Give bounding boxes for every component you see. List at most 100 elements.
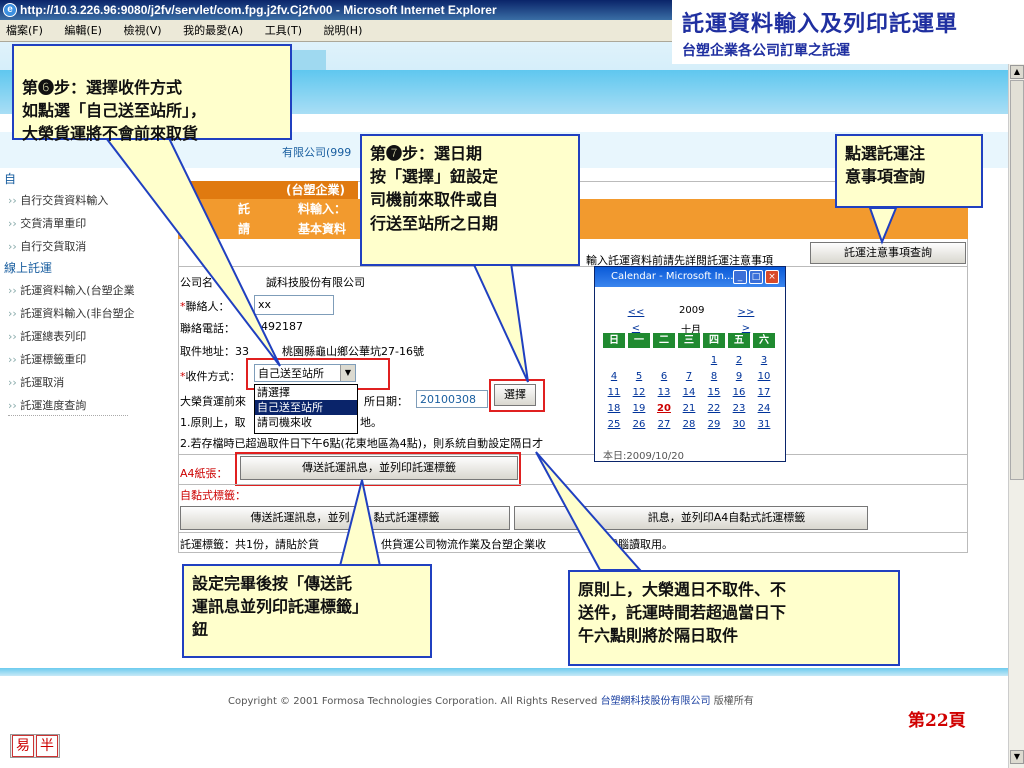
calendar-weekday: 一 — [628, 333, 650, 348]
ie-logo-icon: e — [3, 3, 17, 17]
calendar-popup: Calendar - Microsoft In... _ □ × << 2009… — [594, 266, 786, 462]
calendar-day[interactable]: 4 — [603, 369, 625, 384]
calendar-day[interactable]: 15 — [703, 385, 725, 400]
slide-page-number: 第22頁 — [908, 711, 966, 731]
notice-query-button[interactable]: 託運注意事項查詢 — [810, 242, 966, 264]
nav-item-shipping-cancel[interactable]: 託運取消 — [8, 374, 64, 390]
company-name-header: 有限公司(999 — [282, 146, 352, 159]
option-please-select[interactable]: 請選擇 — [255, 385, 357, 400]
calendar-day[interactable]: 9 — [728, 369, 750, 384]
callout-step6: 第❻步：選擇收件方式 如點選「自己送至站所」， 大榮貨運將不會前來取貨 — [12, 44, 292, 143]
send-print-sticker-button[interactable]: 傳送託運訊息，並列 黏式託運標籤 — [180, 506, 510, 530]
send-print-a4-sticker-button[interactable]: 傳 訊息，並列印A4自黏式託運標籤 — [514, 506, 868, 530]
a4-sticker-button-label-tail: 訊息，並列印A4自黏式託運標籤 — [647, 511, 806, 524]
nav-section-online-shipping: 線上託運 — [4, 261, 53, 275]
calendar-day[interactable]: 1 — [703, 353, 725, 368]
nav-section-self: 自 — [4, 172, 17, 186]
calendar-day[interactable]: 21 — [678, 401, 700, 416]
calendar-day[interactable]: 30 — [728, 417, 750, 432]
calendar-day[interactable]: 14 — [678, 385, 700, 400]
calendar-day[interactable]: 12 — [628, 385, 650, 400]
maximize-icon[interactable]: □ — [749, 270, 763, 284]
ime-mode-button[interactable]: 易 — [12, 735, 34, 757]
calendar-day[interactable]: 25 — [603, 417, 625, 432]
footnote-start: 託運標籤：共1份，請貼於貨 — [180, 538, 319, 551]
calendar-day[interactable]: 11 — [603, 385, 625, 400]
scroll-up-icon[interactable]: ▲ — [1010, 65, 1024, 79]
calendar-day[interactable]: 31 — [753, 417, 775, 432]
highlight-select-button — [489, 379, 545, 412]
scroll-down-icon[interactable]: ▼ — [1010, 750, 1024, 764]
copyright-notice: Copyright © 2001 Formosa Technologies Co… — [228, 696, 598, 707]
nav-item-shipping-input-fpg[interactable]: 託運資料輸入(台塑企業 — [8, 282, 134, 298]
calendar-day[interactable]: 26 — [628, 417, 650, 432]
next-year-link[interactable]: >> — [735, 305, 757, 320]
menu-file[interactable]: 檔案(F) — [6, 24, 43, 37]
note1-suffix: 地。 — [360, 416, 382, 429]
section-subtitle: 基本資料 — [298, 222, 347, 236]
prev-year-link[interactable]: << — [625, 305, 647, 320]
option-self-deliver[interactable]: 自己送至站所 — [255, 400, 357, 415]
nav-item-shipping-summary-print[interactable]: 託運總表列印 — [8, 328, 86, 344]
callout-notice: 點選託運注 意事項查詢 — [835, 134, 983, 208]
date-label-prefix: 大榮貨運前來 — [180, 395, 246, 408]
calendar-day[interactable]: 10 — [753, 369, 775, 384]
close-icon[interactable]: × — [765, 270, 779, 284]
browser-title-bar: e http://10.3.226.96:9080/j2fv/servlet/c… — [0, 0, 672, 20]
nav-item-self-delivery-input[interactable]: 自行交貨資料輸入 — [8, 192, 108, 208]
pickup-method-dropdown[interactable]: 請選擇 自己送至站所 請司機來收 — [254, 384, 358, 434]
option-driver-pickup[interactable]: 請司機來收 — [255, 415, 357, 430]
nav-item-label-reprint[interactable]: 託運標籤重印 — [8, 351, 86, 367]
menu-help[interactable]: 說明(H) — [324, 24, 363, 37]
callout-rule: 原則上，大榮週日不取件、不 送件，託運時間若超過當日下 午六點則將於隔日取件 — [568, 570, 900, 666]
address-value: 桃園縣龜山鄉公華坑27-16號 — [282, 345, 424, 358]
divider — [178, 532, 968, 533]
menu-edit[interactable]: 編輯(E) — [64, 24, 102, 37]
calendar-day[interactable]: 22 — [703, 401, 725, 416]
calendar-day[interactable]: 7 — [678, 369, 700, 384]
calendar-day[interactable]: 23 — [728, 401, 750, 416]
nav-item-shipping-progress[interactable]: 託運進度查詢 — [8, 397, 86, 413]
note1-prefix: 1.原則上，取 — [180, 416, 246, 429]
calendar-day[interactable]: 20 — [653, 401, 675, 416]
copyright-rights: 版權所有 — [713, 696, 754, 707]
minimize-icon[interactable]: _ — [733, 270, 747, 284]
note2: 2.若存檔時已超過取件日下午6點(花東地區為4點)，則系統自動設定隔日才 — [180, 437, 544, 450]
calendar-day[interactable]: 28 — [678, 417, 700, 432]
pickup-date-input[interactable]: 20100308 — [416, 390, 488, 408]
address-label: 取件地址：33 — [180, 345, 249, 358]
calendar-day[interactable]: 19 — [628, 401, 650, 416]
calendar-day[interactable]: 18 — [603, 401, 625, 416]
calendar-day[interactable]: 5 — [628, 369, 650, 384]
menu-tools[interactable]: 工具(T) — [265, 24, 302, 37]
menu-view[interactable]: 檢視(V) — [123, 24, 161, 37]
copyright-company[interactable]: 台塑網科技股份有限公司 — [601, 696, 711, 707]
calendar-day[interactable]: 3 — [753, 353, 775, 368]
calendar-day[interactable]: 6 — [653, 369, 675, 384]
calendar-day[interactable]: 17 — [753, 385, 775, 400]
footer-band — [0, 668, 1008, 676]
menu-favorites[interactable]: 我的最愛(A) — [183, 24, 243, 37]
calendar-day[interactable]: 13 — [653, 385, 675, 400]
calendar-day[interactable]: 16 — [728, 385, 750, 400]
contact-input[interactable]: xx — [254, 295, 334, 315]
nav-item-shipping-input-non-fpg[interactable]: 託運資料輸入(非台塑企 — [8, 305, 134, 321]
ime-width-button[interactable]: 半 — [36, 735, 58, 757]
sidebar-nav: 自 自行交貨資料輸入 交貨清單重印 自行交貨取消 線上託運 託運資料輸入(台塑企… — [0, 172, 172, 430]
divider — [178, 484, 968, 485]
divider — [178, 266, 968, 267]
calendar-day[interactable]: 24 — [753, 401, 775, 416]
nav-item-delivery-list-reprint[interactable]: 交貨清單重印 — [8, 215, 86, 231]
calendar-today: 本日:2009/10/20 — [603, 451, 685, 462]
calendar-window-title: Calendar - Microsoft In... — [611, 271, 734, 282]
callout-step7: 第❼步：選日期 按「選擇」鈕設定 司機前來取件或自 行送至站所之日期 — [360, 134, 580, 266]
calendar-day[interactable]: 8 — [703, 369, 725, 384]
vertical-scrollbar[interactable]: ▲ ▼ — [1008, 64, 1024, 768]
calendar-day[interactable]: 2 — [728, 353, 750, 368]
copyright-text: Copyright © 2001 Formosa Technologies Co… — [228, 692, 754, 707]
calendar-day[interactable]: 27 — [653, 417, 675, 432]
ime-toolbar: 易 半 — [10, 734, 60, 758]
nav-item-self-delivery-cancel[interactable]: 自行交貨取消 — [8, 238, 86, 254]
scroll-thumb[interactable] — [1010, 80, 1024, 480]
calendar-day[interactable]: 29 — [703, 417, 725, 432]
